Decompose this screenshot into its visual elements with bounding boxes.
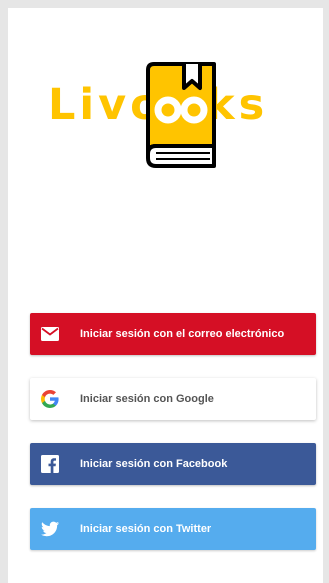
twitter-login-button[interactable]: Iniciar sesión con Twitter <box>30 508 316 550</box>
google-login-label: Iniciar sesión con Google <box>80 393 214 405</box>
email-login-label: Iniciar sesión con el correo electrónico <box>80 328 285 340</box>
twitter-bird-icon <box>41 520 59 538</box>
envelope-icon <box>41 325 59 343</box>
google-login-button[interactable]: Iniciar sesión con Google <box>30 378 316 420</box>
facebook-f-icon <box>41 455 59 473</box>
google-g-icon <box>41 390 59 408</box>
facebook-login-label: Iniciar sesión con Facebook <box>80 458 228 470</box>
email-login-button[interactable]: Iniciar sesión con el correo electrónico <box>30 313 316 355</box>
app-logo: Livo ks <box>0 58 329 173</box>
facebook-login-button[interactable]: Iniciar sesión con Facebook <box>30 443 316 485</box>
book-bookmark-icon <box>146 62 216 168</box>
twitter-login-label: Iniciar sesión con Twitter <box>80 523 212 535</box>
